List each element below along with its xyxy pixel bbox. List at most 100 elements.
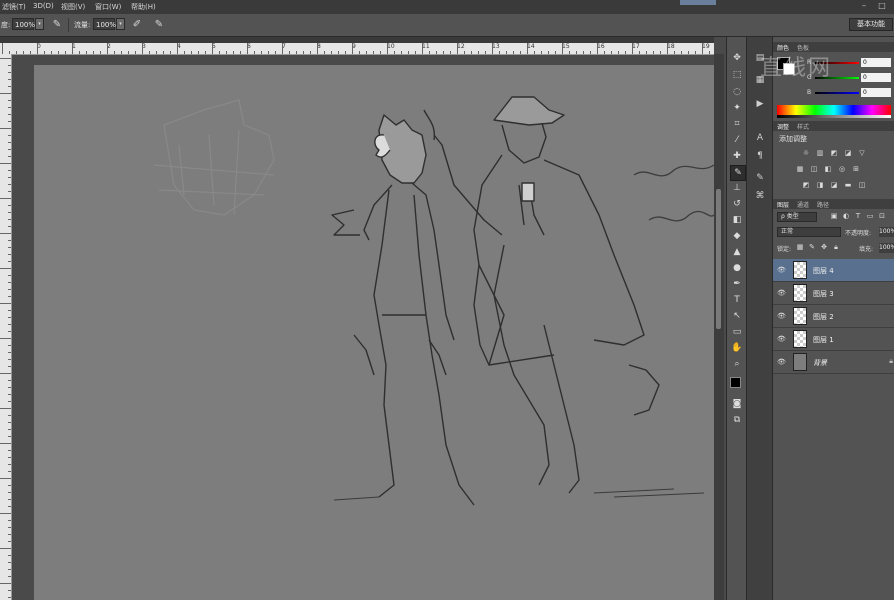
pen-tool-icon[interactable]: ✒	[730, 277, 744, 291]
layer-name[interactable]: 图层 4	[813, 266, 834, 276]
posterize-icon[interactable]: ◨	[815, 181, 825, 190]
lock-image-icon[interactable]: ✎	[807, 243, 817, 252]
workspace-button[interactable]: 基本功能	[849, 18, 893, 31]
hue-saturation-icon[interactable]: ▦	[795, 165, 805, 174]
eye-icon[interactable]: 👁︎	[777, 289, 786, 297]
tab-styles[interactable]: 样式	[797, 122, 809, 131]
blend-mode-dropdown[interactable]: 正常	[777, 227, 841, 237]
menu-filter[interactable]: 滤镜(T)	[2, 2, 26, 12]
marquee-tool-icon[interactable]: ⬚	[730, 68, 744, 82]
vertical-ruler[interactable]	[0, 54, 12, 600]
filter-pixel-icon[interactable]: ▣	[829, 212, 839, 221]
opacity-dropdown[interactable]: ▾	[35, 18, 44, 30]
slider-value-input[interactable]: 0	[861, 73, 891, 82]
layer-opacity-input[interactable]: 100%	[879, 227, 894, 237]
horizontal-ruler[interactable]: 0 1 2 3 4 5 6 7 8 9 10 11 12 13 14 15 16…	[0, 43, 714, 55]
vibrance-icon[interactable]: ▽	[857, 149, 867, 158]
screen-mode-icon[interactable]: ⧉	[730, 413, 744, 427]
tab-layers[interactable]: 图层	[777, 200, 789, 209]
layer-row-3[interactable]: 👁︎ 图层 3	[773, 282, 894, 305]
black-white-icon[interactable]: ◧	[823, 165, 833, 174]
crop-tool-icon[interactable]: ⌗	[730, 117, 744, 131]
eye-icon[interactable]: 👁︎	[777, 335, 786, 343]
pressure-opacity-icon[interactable]: ✎	[50, 18, 64, 31]
layer-name[interactable]: 背景	[813, 358, 827, 368]
eye-icon[interactable]: 👁︎	[777, 358, 786, 366]
tab-adjustments[interactable]: 调整	[777, 122, 789, 131]
foreground-color-swatch[interactable]	[730, 377, 741, 388]
lasso-tool-icon[interactable]: ◌	[730, 85, 744, 99]
zoom-tool-icon[interactable]: ⌕	[730, 357, 744, 371]
color-balance-icon[interactable]: ◫	[809, 165, 819, 174]
path-selection-tool-icon[interactable]: ↖	[730, 309, 744, 323]
layer-name[interactable]: 图层 1	[813, 335, 834, 345]
dodge-tool-icon[interactable]: ●	[730, 261, 744, 275]
layer-filter-dropdown[interactable]: ρ 类型	[777, 212, 817, 222]
lock-all-icon[interactable]: 🔒︎	[831, 243, 841, 252]
lock-position-icon[interactable]: ✥	[819, 243, 829, 252]
brush-presets-panel-icon[interactable]: ✎	[752, 171, 768, 185]
slider-b[interactable]: B 0	[777, 88, 893, 98]
brush-panel-icon[interactable]: ⌘	[752, 189, 768, 203]
hand-tool-icon[interactable]: ✋	[730, 341, 744, 355]
gradient-map-icon[interactable]: ▬	[843, 181, 853, 190]
grayscale-ramp[interactable]	[777, 115, 891, 118]
layer-name[interactable]: 图层 2	[813, 312, 834, 322]
slider-value-input[interactable]: 0	[861, 58, 891, 67]
paint-bucket-tool-icon[interactable]: ◆	[730, 229, 744, 243]
channel-mixer-icon[interactable]: ⊞	[851, 165, 861, 174]
threshold-icon[interactable]: ◪	[829, 181, 839, 190]
color-spectrum-bar[interactable]	[777, 105, 891, 115]
levels-icon[interactable]: ▥	[815, 149, 825, 158]
pressure-size-icon[interactable]: ✎	[152, 18, 166, 31]
slider-bar[interactable]	[815, 92, 859, 94]
opacity-input[interactable]: 100%	[12, 18, 35, 30]
menu-3d[interactable]: 3D(D)	[33, 2, 54, 10]
clone-stamp-tool-icon[interactable]: ⊥	[730, 181, 744, 195]
canvas[interactable]	[34, 65, 714, 600]
eraser-tool-icon[interactable]: ◧	[730, 213, 744, 227]
layer-name[interactable]: 图层 3	[813, 289, 834, 299]
exposure-icon[interactable]: ◪	[843, 149, 853, 158]
minimize-button[interactable]: –	[856, 0, 872, 14]
filter-adjust-icon[interactable]: ◐	[841, 212, 851, 221]
flow-input[interactable]: 100%	[93, 18, 116, 30]
blur-tool-icon[interactable]: ▲	[730, 245, 744, 259]
layer-row-background[interactable]: 👁︎ 背景 🔒︎	[773, 351, 894, 374]
menu-help[interactable]: 帮助(H)	[131, 2, 156, 12]
tab-channels[interactable]: 通道	[797, 200, 809, 209]
lock-transparent-icon[interactable]: ▦	[795, 243, 805, 252]
layer-row-4[interactable]: 👁︎ 图层 4	[773, 259, 894, 282]
fill-input[interactable]: 100%	[879, 243, 894, 253]
flow-dropdown[interactable]: ▾	[116, 18, 125, 30]
scrollbar-thumb[interactable]	[716, 189, 721, 329]
healing-brush-tool-icon[interactable]: ✚	[730, 149, 744, 163]
filter-type-icon[interactable]: T	[853, 212, 863, 221]
paragraph-panel-icon[interactable]: ¶	[752, 149, 768, 163]
history-brush-tool-icon[interactable]: ↺	[730, 197, 744, 211]
restore-button[interactable]: □	[874, 0, 890, 14]
photo-filter-icon[interactable]: ◎	[837, 165, 847, 174]
eye-icon[interactable]: 👁︎	[777, 312, 786, 320]
type-tool-icon[interactable]: T	[730, 293, 744, 307]
menu-window[interactable]: 窗口(W)	[95, 2, 121, 12]
airbrush-icon[interactable]: ✐	[130, 18, 144, 31]
brightness-icon[interactable]: ☼	[801, 149, 811, 158]
eyedropper-tool-icon[interactable]: ⁄	[730, 133, 744, 147]
magic-wand-tool-icon[interactable]: ✦	[730, 101, 744, 115]
slider-value-input[interactable]: 0	[861, 88, 891, 97]
move-tool-icon[interactable]: ✥	[730, 51, 744, 65]
quick-mask-icon[interactable]: ◙	[730, 397, 744, 411]
vertical-scrollbar[interactable]	[714, 54, 724, 600]
eye-icon[interactable]: 👁︎	[777, 266, 786, 274]
character-panel-icon[interactable]: A	[752, 131, 768, 145]
filter-smart-icon[interactable]: ⊡	[877, 212, 887, 221]
brush-tool-icon[interactable]: ✎	[730, 165, 746, 181]
actions-panel-icon[interactable]: ▶	[752, 97, 768, 111]
menu-view[interactable]: 视图(V)	[61, 2, 85, 12]
filter-shape-icon[interactable]: ▭	[865, 212, 875, 221]
layer-row-1[interactable]: 👁︎ 图层 1	[773, 328, 894, 351]
selective-color-icon[interactable]: ◫	[857, 181, 867, 190]
tab-paths[interactable]: 路径	[817, 200, 829, 209]
rectangle-tool-icon[interactable]: ▭	[730, 325, 744, 339]
